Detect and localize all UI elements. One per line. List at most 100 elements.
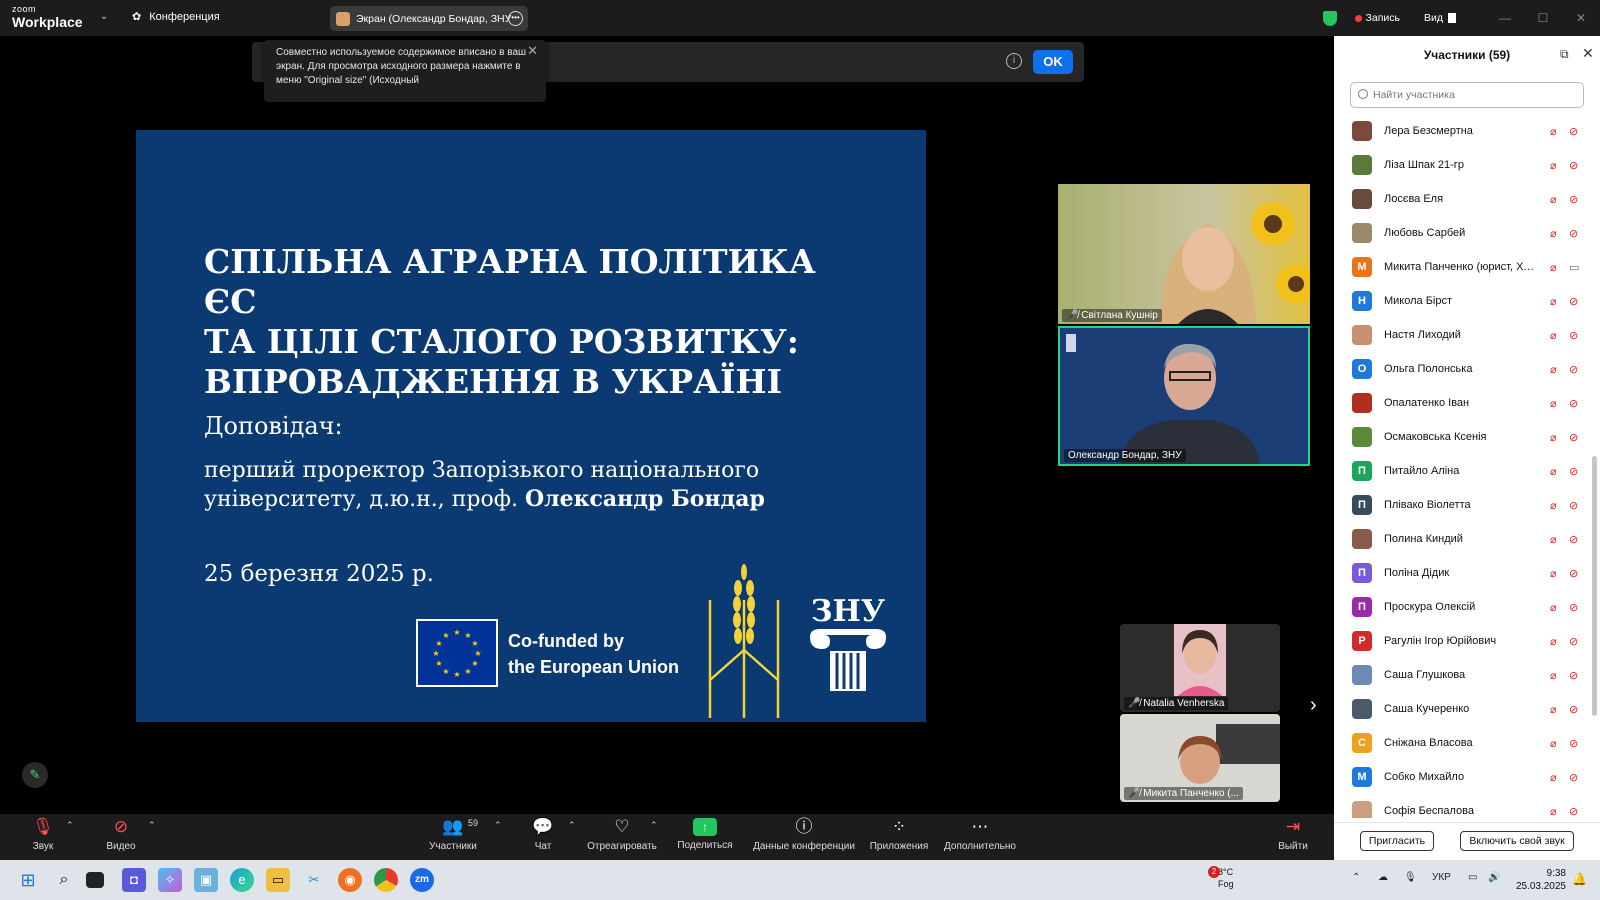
share-button[interactable]: ↑ Поделиться [675,814,735,860]
participant-row[interactable]: Ліза Шпак 21-гр ⌀ ⊘ [1334,148,1596,182]
mic-muted-icon[interactable]: ⌀ [1550,295,1557,308]
meeting-tab[interactable]: ✿ Конференция [132,10,220,24]
close-icon[interactable]: ✕ [1582,45,1594,62]
mic-muted-icon[interactable]: ⌀ [1550,261,1557,274]
copilot-icon[interactable]: ✧ [158,868,182,892]
leave-button[interactable]: ⇥ Выйти [1276,814,1310,860]
video-tile[interactable]: 🎤̸ Natalia Venherska [1120,624,1280,712]
camera-off-icon[interactable]: ⊘ [1569,125,1578,138]
windows-start-icon[interactable]: ⊞ [16,868,40,892]
camera-off-icon[interactable]: ⊘ [1569,329,1578,342]
apps-button[interactable]: ⁘ Приложения [866,814,932,860]
chrome-icon[interactable] [374,868,398,892]
mic-muted-icon[interactable]: ⌀ [1550,669,1557,682]
mic-muted-icon[interactable]: ⌀ [1550,465,1557,478]
screen-share-pill[interactable]: Экран (Олександр Бондар, ЗНУ ••• [330,6,528,31]
participant-row[interactable]: Полина Киндий ⌀ ⊘ [1334,522,1596,556]
shield-icon[interactable] [1322,10,1337,26]
video-tile-active-speaker[interactable]: Олександр Бондар, ЗНУ [1058,326,1310,466]
chevron-up-icon[interactable]: ⌃ [1352,872,1360,883]
camera-off-icon[interactable]: ⊘ [1569,227,1578,240]
camera-off-icon[interactable]: ⊘ [1569,499,1578,512]
camera-off-icon[interactable]: ⊘ [1569,533,1578,546]
audio-button[interactable]: 🎙 Звук [22,814,64,860]
mic-muted-icon[interactable]: ⌀ [1550,397,1557,410]
unmute-myself-button[interactable]: Включить свой звук [1460,831,1574,851]
participant-row[interactable]: Настя Лиходий ⌀ ⊘ [1334,318,1596,352]
video-button[interactable]: ⊘ Видео [100,814,142,860]
participant-row[interactable]: Саша Глушкова ⌀ ⊘ [1334,658,1596,692]
camera-off-icon[interactable]: ⊘ [1569,771,1578,784]
camera-off-icon[interactable]: ⊘ [1569,159,1578,172]
record-indicator[interactable]: Запись [1354,12,1400,24]
participant-row[interactable]: Лосєва Еля ⌀ ⊘ [1334,182,1596,216]
zoom-app-icon[interactable]: zm [410,868,434,892]
participant-row[interactable]: П Поліна Дідик ⌀ ⊘ [1334,556,1596,590]
language-indicator[interactable]: УКР [1432,872,1451,883]
popout-icon[interactable]: ⧉ [1560,47,1569,62]
mic-muted-icon[interactable]: ⌀ [1550,159,1557,172]
camera-off-icon[interactable]: ⊘ [1569,431,1578,444]
notification-bell-icon[interactable]: 🔔 [1572,872,1587,886]
participant-row[interactable]: П Питайло Аліна ⌀ ⊘ [1334,454,1596,488]
participant-search-input[interactable]: Найти участника [1350,82,1584,108]
camera-off-icon[interactable]: ⊘ [1569,805,1578,818]
participant-row[interactable]: О Ольга Полонська ⌀ ⊘ [1334,352,1596,386]
network-icon[interactable]: ▭ [1468,872,1477,883]
edge-icon[interactable]: e [230,868,254,892]
participant-row[interactable]: Р Рагулін Ігор Юрійович ⌀ ⊘ [1334,624,1596,658]
participant-list[interactable]: Лера Безсмертна ⌀ ⊘ Ліза Шпак 21-гр ⌀ ⊘ Лосєва… [1334,114,1596,818]
participant-row[interactable]: Осмаковська Ксенія ⌀ ⊘ [1334,420,1596,454]
mic-muted-icon[interactable]: ⌀ [1550,329,1557,342]
search-icon[interactable]: ⌕ [52,868,76,892]
view-button[interactable]: Вид [1424,12,1456,24]
more-button[interactable]: ⋯ Дополнительно [940,814,1020,860]
mic-muted-icon[interactable]: ⌀ [1550,533,1557,546]
info-icon[interactable]: i [1006,53,1022,69]
camera-off-icon[interactable]: ⊘ [1569,397,1578,410]
camera-off-icon[interactable]: ⊘ [1569,601,1578,614]
invite-button[interactable]: Пригласить [1360,831,1434,851]
participant-row[interactable]: Любовь Сарбей ⌀ ⊘ [1334,216,1596,250]
zoom-logo[interactable]: zoom Workplace [12,5,83,30]
scrollbar[interactable] [1592,456,1597,716]
participant-row[interactable]: Лера Безсмертна ⌀ ⊘ [1334,114,1596,148]
react-button[interactable]: ♡ Отреагировать [586,814,658,860]
mic-muted-icon[interactable]: ⌀ [1550,635,1557,648]
participant-row[interactable]: П Плівако Віолетта ⌀ ⊘ [1334,488,1596,522]
mic-muted-icon[interactable]: ⌀ [1550,193,1557,206]
ok-button[interactable]: OK [1033,50,1073,74]
volume-icon[interactable]: 🔊 [1488,872,1500,883]
maximize-icon[interactable]: ☐ [1524,11,1562,25]
weather-widget[interactable]: 2 8°C Fog [1208,866,1234,890]
chevron-up-icon[interactable]: ⌃ [66,820,74,831]
task-view-icon[interactable] [86,872,104,888]
camera-off-icon[interactable]: ⊘ [1569,635,1578,648]
mic-muted-icon[interactable]: ⌀ [1550,499,1557,512]
chevron-right-icon[interactable]: › [1310,694,1317,717]
shared-screen[interactable]: СПІЛЬНА АГРАРНА ПОЛІТИКА ЄС ТА ЦІЛІ СТАЛ… [5,130,1057,722]
camera-off-icon[interactable]: ⊘ [1569,295,1578,308]
participant-row[interactable]: М Собко Михайло ⌀ ⊘ [1334,760,1596,794]
teams-icon[interactable]: ◘ [122,868,146,892]
mic-muted-icon[interactable]: ⌀ [1550,805,1557,818]
chevron-down-icon[interactable]: ⌄ [100,11,108,22]
mic-muted-icon[interactable]: ⌀ [1550,737,1557,750]
photos-icon[interactable]: ▣ [194,868,218,892]
annotate-pen-icon[interactable]: ✎ [22,762,48,788]
camera-off-icon[interactable]: ⊘ [1569,193,1578,206]
mic-muted-icon[interactable]: ⌀ [1550,567,1557,580]
camera-icon[interactable]: ▭ [1569,261,1579,274]
participant-row[interactable]: Саша Кучеренко ⌀ ⊘ [1334,692,1596,726]
close-icon[interactable]: ✕ [527,44,538,58]
meeting-info-button[interactable]: ⓘ Данные конференции [752,814,856,860]
camera-off-icon[interactable]: ⊘ [1569,567,1578,580]
cloud-icon[interactable]: ☁ [1378,872,1388,883]
chevron-up-icon[interactable]: ⌃ [494,820,502,831]
chevron-up-icon[interactable]: ⌃ [568,820,576,831]
camera-off-icon[interactable]: ⊘ [1569,465,1578,478]
camera-off-icon[interactable]: ⊘ [1569,363,1578,376]
close-window-icon[interactable]: ✕ [1562,11,1600,25]
minimize-icon[interactable]: — [1486,11,1524,25]
chevron-up-icon[interactable]: ⌃ [650,820,658,831]
